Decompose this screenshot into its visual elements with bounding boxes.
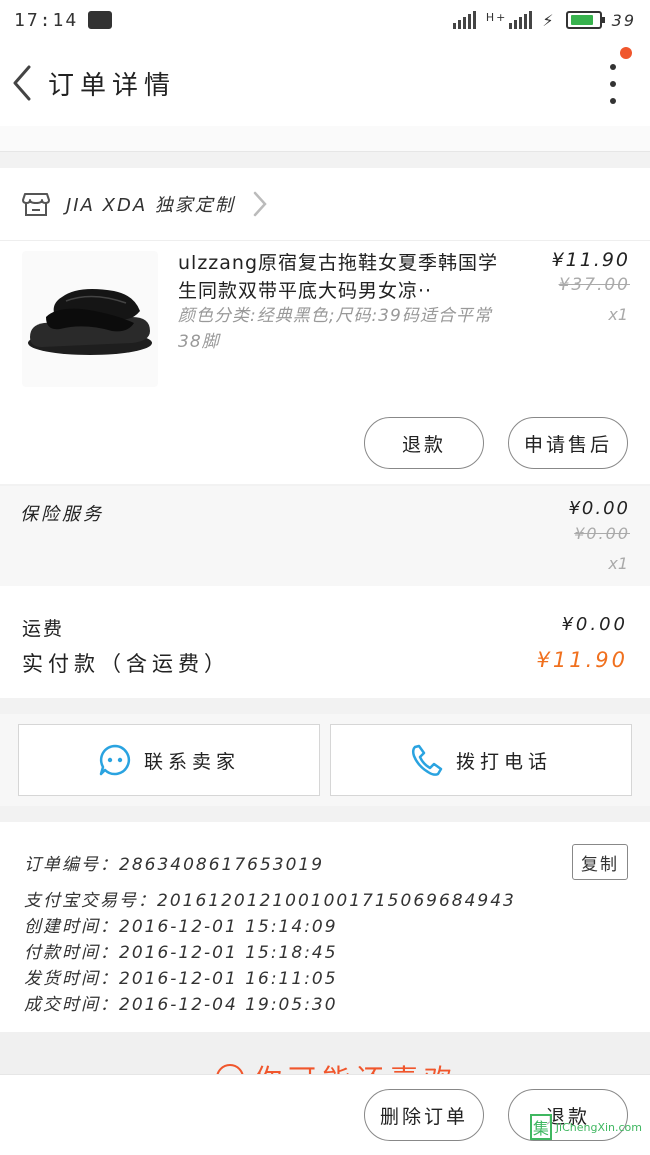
- recommend-section: 你可能还喜欢: [0, 1032, 650, 1074]
- call-label: 拨打电话: [455, 750, 552, 773]
- insurance-price: ¥0.00: [568, 498, 630, 519]
- page-title: 订单详情: [48, 70, 177, 101]
- sandal-image: [28, 289, 152, 355]
- insurance-row: 保险服务 ¥0.00 ¥0.00 x1: [0, 486, 650, 586]
- refund-button[interactable]: 退款: [364, 417, 484, 469]
- shipped-time: 发货时间：2016-12-01 16:11:05: [24, 969, 338, 989]
- watermark-text: JiChengXin.com: [555, 1120, 642, 1134]
- created-time: 创建时间：2016-12-01 15:14:09: [24, 917, 338, 937]
- after-sale-button[interactable]: 申请售后: [508, 417, 628, 469]
- totals-section: 运费 ¥0.00 实付款（含运费） ¥11.90: [0, 586, 650, 698]
- product-card[interactable]: ulzzang原宿复古拖鞋女夏季韩国学生同款双带平底大码男女凉·· 颜色分类:经…: [0, 240, 650, 484]
- freight-value: ¥0.00: [561, 614, 628, 635]
- delete-order-button[interactable]: 删除订单: [364, 1089, 484, 1141]
- recommend-label: 你可能还喜欢: [254, 1058, 458, 1074]
- insurance-original-price: ¥0.00: [574, 524, 630, 543]
- product-spec: 颜色分类:经典黑色;尺码:39码适合平常38脚: [178, 306, 492, 352]
- watermark: 集 JiChengXin.com: [530, 1104, 642, 1150]
- insurance-quantity: x1: [608, 554, 628, 573]
- back-button[interactable]: [2, 40, 42, 126]
- store-icon: [22, 193, 50, 216]
- chevron-left-icon: [13, 65, 31, 101]
- charging-icon: ⚡: [542, 10, 556, 30]
- copy-button[interactable]: 复制: [572, 844, 628, 880]
- phone-icon: [410, 743, 444, 777]
- order-info: 订单编号：2863408617653019 复制 支付宝交易号：20161201…: [0, 822, 650, 1032]
- alipay-number: 支付宝交易号：2016120121001001715069684943: [24, 891, 516, 911]
- freight-label: 运费: [22, 618, 65, 640]
- signal-2-icon: [509, 11, 533, 29]
- shop-name: JIA XDA 独家定制: [66, 195, 235, 216]
- product-quantity: x1: [608, 305, 628, 324]
- product-original-price: ¥37.00: [558, 275, 630, 295]
- order-number: 订单编号：2863408617653019: [24, 855, 325, 875]
- battery-level: 39: [611, 10, 636, 30]
- paid-value: ¥11.90: [536, 648, 628, 672]
- watermark-logo-icon: 集: [530, 1114, 552, 1140]
- contact-seller-label: 联系卖家: [143, 750, 240, 773]
- signal-icon: [452, 11, 476, 29]
- recommend-heading: 你可能还喜欢: [216, 1058, 458, 1074]
- paid-label: 实付款（含运费）: [22, 652, 230, 676]
- call-button[interactable]: 拨打电话: [330, 724, 632, 796]
- chat-bubble-icon: [98, 743, 132, 777]
- notification-badge: [620, 47, 632, 59]
- more-vertical-icon: [610, 64, 616, 70]
- chevron-right-icon: [253, 191, 267, 217]
- notification-icon: [88, 11, 113, 29]
- recommend-icon: [216, 1064, 244, 1074]
- status-bar: 17:14 H+ ⚡ 39: [0, 0, 650, 40]
- battery-icon: [565, 11, 605, 29]
- shop-row[interactable]: JIA XDA 独家定制: [0, 168, 650, 240]
- network-type: H+: [485, 10, 508, 24]
- status-time: 17:14: [14, 9, 79, 31]
- contact-seller-button[interactable]: 联系卖家: [18, 724, 320, 796]
- insurance-label: 保险服务: [20, 504, 104, 525]
- product-title[interactable]: ulzzang原宿复古拖鞋女夏季韩国学生同款双带平底大码男女凉··: [178, 249, 498, 305]
- product-image[interactable]: [22, 251, 158, 387]
- status-indicators: H+ ⚡ 39: [452, 10, 636, 30]
- paid-time: 付款时间：2016-12-01 15:18:45: [24, 943, 338, 963]
- nav-bar: 订单详情: [0, 40, 650, 126]
- divider-strip: [0, 126, 650, 152]
- product-price: ¥11.90: [551, 249, 630, 271]
- completed-time: 成交时间：2016-12-04 19:05:30: [24, 995, 338, 1015]
- contact-area: 联系卖家 拨打电话: [0, 714, 650, 806]
- more-button[interactable]: [606, 64, 620, 104]
